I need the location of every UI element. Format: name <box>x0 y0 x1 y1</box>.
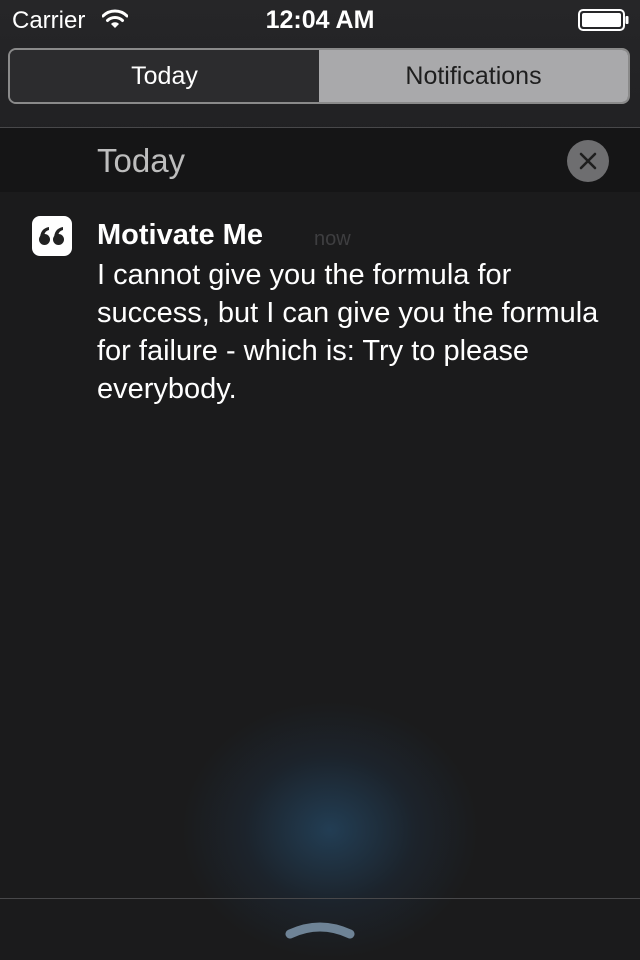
battery-icon <box>578 9 629 31</box>
tab-notifications[interactable]: Notifications <box>319 50 628 102</box>
quote-icon <box>39 227 64 245</box>
section-header <box>0 128 640 192</box>
close-icon <box>579 152 597 170</box>
status-time: 12:04 AM <box>265 6 375 34</box>
tab-today[interactable]: Today <box>10 50 319 102</box>
clear-section-button[interactable] <box>567 140 609 182</box>
notification-time: now <box>314 228 351 250</box>
view-segmented-control: Today Notifications <box>8 48 630 104</box>
footer-divider <box>0 898 640 899</box>
notification-message[interactable]: I cannot give you the formula for succes… <box>97 256 617 408</box>
app-icon[interactable] <box>32 216 72 256</box>
grabber-icon[interactable] <box>284 918 356 940</box>
status-bar: Carrier 12:04 AM <box>0 0 640 40</box>
section-title: Today <box>97 142 186 179</box>
notification-app-name: Motivate Me <box>97 219 263 251</box>
